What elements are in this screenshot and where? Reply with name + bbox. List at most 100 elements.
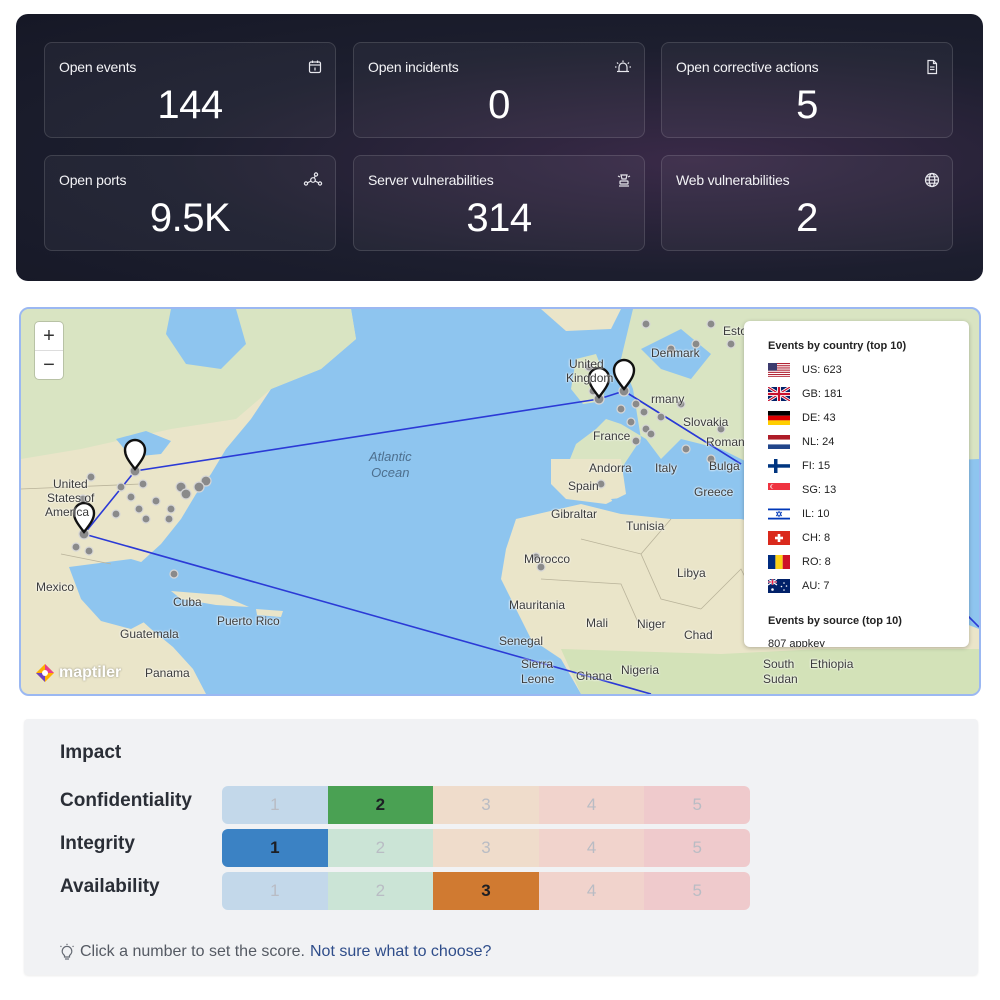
map-label-mauritania: Mauritania xyxy=(509,598,566,612)
score-option-2[interactable]: 2 xyxy=(327,786,434,824)
score-option-2[interactable]: 2 xyxy=(327,872,434,910)
legend-row-text: DE: 43 xyxy=(802,412,836,424)
map-label-denmark: Denmark xyxy=(651,346,700,360)
ro-flag-icon xyxy=(768,555,790,569)
map-label-slovakia: Slovakia xyxy=(683,415,729,429)
legend-source-row: 807 appkey xyxy=(768,638,825,647)
stat-card-web-vulnerabilities[interactable]: Web vulnerabilities 2 xyxy=(661,155,953,251)
map-label-mexico: Mexico xyxy=(36,580,75,594)
availability-score-selector: 12345 xyxy=(222,872,750,910)
legend-row-de: DE: 43 xyxy=(768,410,836,426)
map-label-niger: Niger xyxy=(637,617,666,631)
gb-flag-icon xyxy=(768,387,790,401)
map-label-guatemala: Guatemala xyxy=(120,627,179,641)
legend-row-gb: GB: 181 xyxy=(768,386,842,402)
map-label-greece: Greece xyxy=(694,485,734,499)
legend-row-fi: FI: 15 xyxy=(768,458,830,474)
legend-source-title: Events by source (top 10) xyxy=(768,615,902,627)
network-icon xyxy=(303,172,323,188)
events-map[interactable]: Eston Denmark United Kingdom rmany Slova… xyxy=(19,307,981,696)
legend-row-us: US: 623 xyxy=(768,362,842,378)
map-label-atlantic: Atlantic Ocean xyxy=(369,449,412,481)
map-label-spain: Spain xyxy=(568,479,599,493)
confidentiality-label: Confidentiality xyxy=(60,790,192,811)
impact-help-link[interactable]: Not sure what to choose? xyxy=(310,943,491,961)
sg-flag-icon xyxy=(768,483,790,497)
score-option-3[interactable]: 3 xyxy=(433,829,539,867)
score-option-3[interactable]: 3 xyxy=(433,786,539,824)
map-label-libya: Libya xyxy=(677,566,706,580)
stat-card-open-events[interactable]: Open events 144 xyxy=(44,42,336,138)
legend-row-sg: SG: 13 xyxy=(768,482,836,498)
availability-label: Availability xyxy=(60,876,160,897)
maptiler-text: maptiler xyxy=(59,664,122,681)
map-label-usa-2: States of xyxy=(47,491,95,505)
map-label-uk-2: Kingdom xyxy=(566,371,614,385)
map-label-usa-3: America xyxy=(45,505,90,519)
score-option-1[interactable]: 1 xyxy=(222,872,328,910)
stat-card-open-incidents[interactable]: Open incidents 0 xyxy=(353,42,645,138)
legend-row-text: NL: 24 xyxy=(802,436,835,448)
score-option-3[interactable]: 3 xyxy=(433,872,539,910)
score-option-4[interactable]: 4 xyxy=(538,829,645,867)
score-option-5[interactable]: 5 xyxy=(644,829,750,867)
legend-row-text: FI: 15 xyxy=(802,460,831,472)
stat-value: 5 xyxy=(796,83,818,127)
document-icon xyxy=(924,59,940,75)
impact-hint: Click a number to set the score. Not sur… xyxy=(58,943,491,961)
stats-panel: Open events 144 Open incidents 0 Open co… xyxy=(16,14,983,281)
ocean-label-line-1: Atlantic xyxy=(369,449,412,464)
stat-value: 9.5K xyxy=(149,196,231,240)
score-option-5[interactable]: 5 xyxy=(644,786,750,824)
map-label-usa-1: United xyxy=(53,477,88,491)
lightbulb-icon xyxy=(60,943,74,960)
impact-hint-text: Click a number to set the score. xyxy=(80,943,305,960)
map-label-panama: Panama xyxy=(145,666,190,680)
stat-label: Open corrective actions xyxy=(676,59,819,75)
score-option-4[interactable]: 4 xyxy=(538,872,645,910)
map-label-south-sudan-2: Sudan xyxy=(763,672,798,686)
stat-card-server-vulnerabilities[interactable]: Server vulnerabilities 314 xyxy=(353,155,645,251)
legend-row-nl: NL: 24 xyxy=(768,434,834,450)
stat-label: Open incidents xyxy=(368,59,459,75)
stat-value: 314 xyxy=(466,196,532,240)
legend-row-text: CH: 8 xyxy=(802,532,831,544)
impact-panel: Impact Confidentiality 12345 Integrity 1… xyxy=(24,719,978,975)
map-label-germany: rmany xyxy=(651,392,685,406)
stat-card-open-ports[interactable]: Open ports 9.5K xyxy=(44,155,336,251)
map-label-mali: Mali xyxy=(586,616,609,630)
integrity-label: Integrity xyxy=(60,833,135,854)
legend-row-text: US: 623 xyxy=(802,364,842,376)
stat-label: Open ports xyxy=(59,172,127,188)
us-flag-icon xyxy=(768,363,790,377)
confidentiality-score-selector: 12345 xyxy=(222,786,750,824)
zoom-out-button[interactable]: − xyxy=(35,351,63,379)
score-option-4[interactable]: 4 xyxy=(538,786,645,824)
map-label-south-sudan-1: South xyxy=(763,657,795,671)
score-option-2[interactable]: 2 xyxy=(327,829,434,867)
zoom-control: + − xyxy=(35,322,63,379)
map-label-morocco: Morocco xyxy=(524,552,571,566)
siren-icon xyxy=(614,59,632,75)
stat-value: 144 xyxy=(157,83,223,127)
maptiler-icon xyxy=(36,664,54,682)
maptiler-logo[interactable]: maptiler xyxy=(35,663,121,683)
legend-row-au: AU: 7 xyxy=(768,578,830,594)
map-label-puerto-rico: Puerto Rico xyxy=(217,614,280,628)
stat-label: Web vulnerabilities xyxy=(676,172,790,188)
score-option-5[interactable]: 5 xyxy=(644,872,750,910)
score-option-1[interactable]: 1 xyxy=(222,786,328,824)
legend-row-ch: CH: 8 xyxy=(768,530,830,546)
legend-row-text: GB: 181 xyxy=(802,388,843,400)
ocean-label-line-2: Ocean xyxy=(371,465,410,480)
il-flag-icon xyxy=(768,507,790,521)
fi-flag-icon xyxy=(768,459,790,473)
zoom-in-button[interactable]: + xyxy=(35,322,63,351)
nl-flag-icon xyxy=(768,435,790,449)
legend-row-ro: RO: 8 xyxy=(768,554,831,570)
map-label-ghana: Ghana xyxy=(576,669,613,683)
globe-icon xyxy=(924,172,940,188)
map-label-bulgaria: Bulga xyxy=(709,459,740,473)
stat-card-open-corrective-actions[interactable]: Open corrective actions 5 xyxy=(661,42,953,138)
score-option-1[interactable]: 1 xyxy=(222,829,328,867)
